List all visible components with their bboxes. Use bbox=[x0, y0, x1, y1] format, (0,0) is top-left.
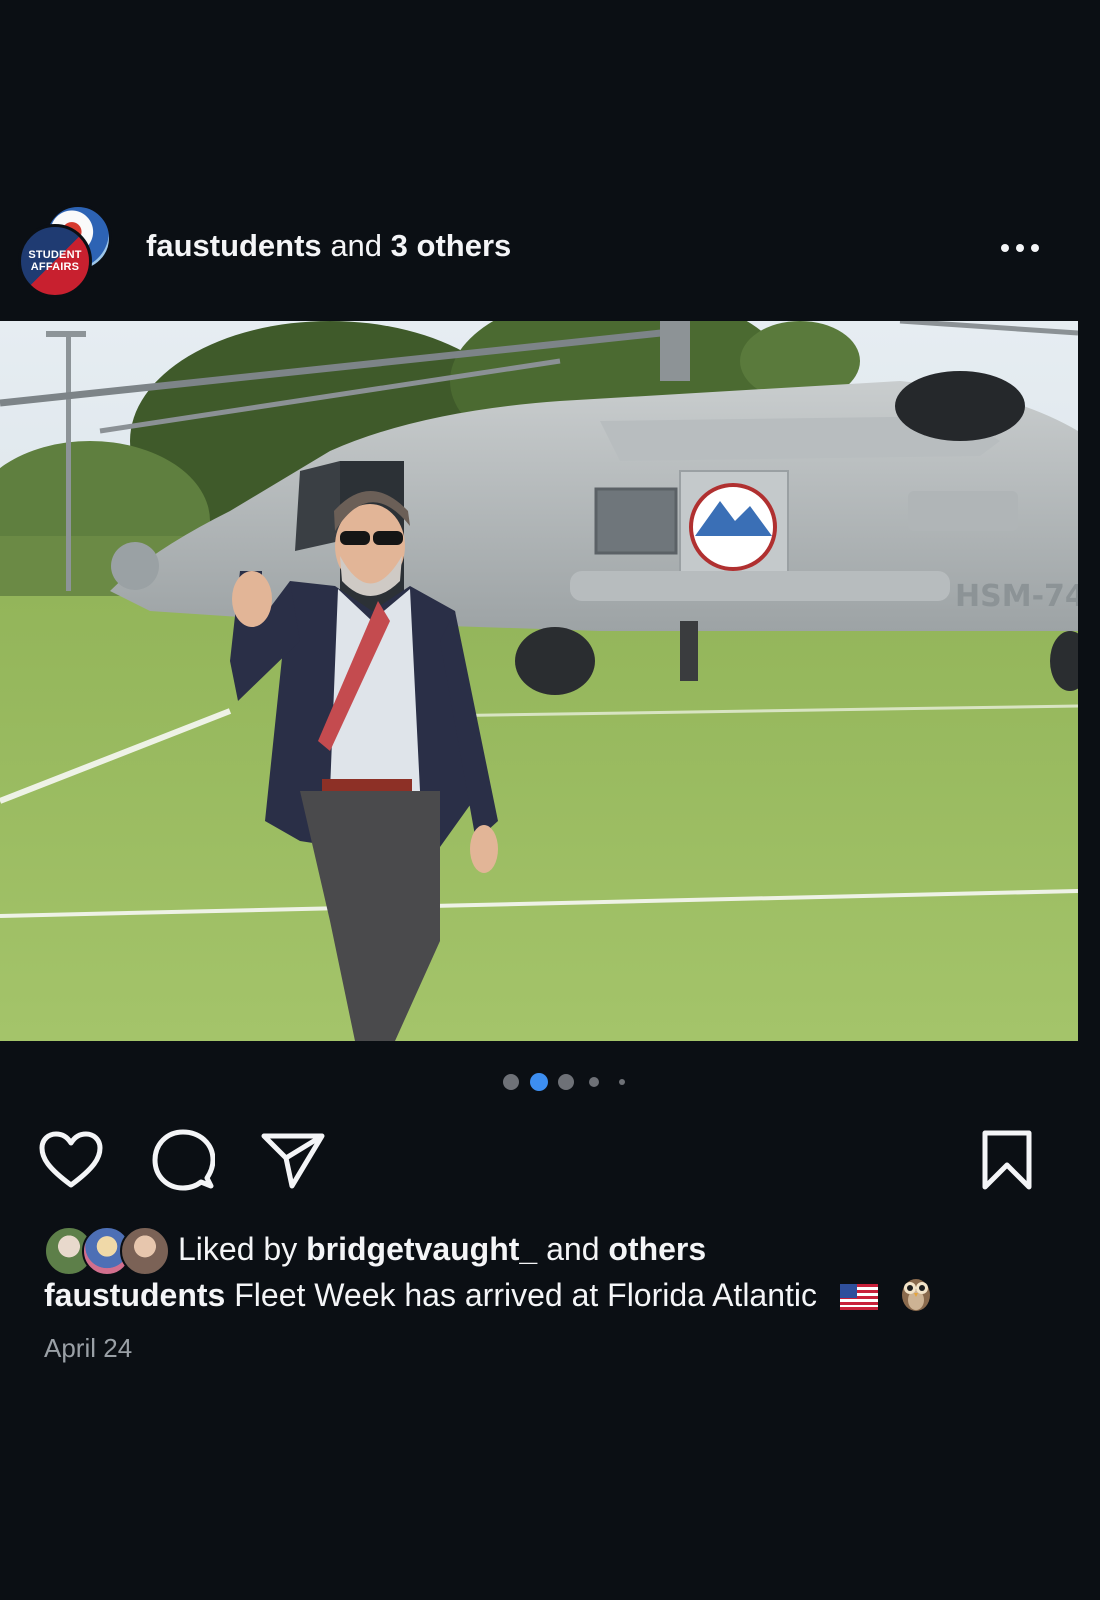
liker-avatar bbox=[120, 1226, 170, 1276]
faustudents-avatar[interactable]: STUDENT AFFAIRS bbox=[18, 224, 92, 298]
instagram-post-view: STUDENT AFFAIRS faustudents and 3 others bbox=[0, 0, 1100, 1600]
likes-text: Liked by bridgetvaught_ and others bbox=[178, 1228, 706, 1270]
caption-text: Fleet Week has arrived at Florida Atlant… bbox=[234, 1277, 818, 1313]
carousel-indicator bbox=[0, 1072, 1100, 1092]
us-flag-icon bbox=[839, 1284, 878, 1310]
comment-icon bbox=[152, 1129, 215, 1191]
save-button[interactable] bbox=[972, 1125, 1042, 1195]
carousel-dot-active bbox=[530, 1073, 548, 1091]
liker-username-link[interactable]: bridgetvaught_ bbox=[306, 1231, 537, 1267]
helicopter-photo-illustration: HSM-74 bbox=[0, 321, 1078, 1041]
collaborators-link[interactable]: 3 others bbox=[391, 228, 512, 263]
more-dot-icon bbox=[1016, 244, 1024, 252]
likes-others-link[interactable]: others bbox=[608, 1231, 706, 1267]
heart-icon bbox=[39, 1131, 103, 1188]
carousel-dot bbox=[558, 1074, 574, 1090]
liked-by-prefix: Liked by bbox=[178, 1231, 298, 1267]
post-photo[interactable]: HSM-74 bbox=[0, 321, 1078, 1041]
author-connector: and bbox=[330, 228, 383, 263]
like-button[interactable] bbox=[36, 1125, 106, 1195]
more-dot-icon bbox=[1031, 244, 1039, 252]
post-caption: faustudents Fleet Week has arrived at Fl… bbox=[44, 1272, 933, 1317]
likes-summary[interactable]: Liked by bridgetvaught_ and others bbox=[44, 1224, 1044, 1276]
owl-icon bbox=[901, 1279, 930, 1311]
post-date: April 24 bbox=[44, 1333, 133, 1363]
share-button[interactable] bbox=[258, 1125, 328, 1195]
post-header: STUDENT AFFAIRS faustudents and 3 others bbox=[0, 200, 1100, 298]
comment-button[interactable] bbox=[148, 1125, 218, 1195]
carousel-dot bbox=[589, 1077, 599, 1087]
carousel-dot bbox=[503, 1074, 519, 1090]
paper-plane-icon bbox=[261, 1133, 325, 1189]
avatar-text-line2: AFFAIRS bbox=[30, 261, 80, 273]
liker-avatars bbox=[44, 1226, 174, 1276]
more-options-button[interactable] bbox=[990, 228, 1050, 268]
likes-connector: and bbox=[546, 1231, 600, 1267]
post-action-bar bbox=[0, 1125, 1100, 1195]
author-username-link[interactable]: faustudents bbox=[146, 228, 322, 263]
carousel-dot bbox=[619, 1079, 625, 1085]
helicopter-marking: HSM-74 bbox=[955, 579, 1078, 614]
more-dot-icon bbox=[1001, 244, 1009, 252]
bookmark-icon bbox=[982, 1130, 1032, 1190]
post-author-title: faustudents and 3 others bbox=[146, 226, 511, 266]
collab-avatars[interactable]: STUDENT AFFAIRS bbox=[18, 204, 114, 298]
avatar-text-line1: STUDENT bbox=[28, 249, 82, 261]
caption-username-link[interactable]: faustudents bbox=[44, 1277, 225, 1313]
